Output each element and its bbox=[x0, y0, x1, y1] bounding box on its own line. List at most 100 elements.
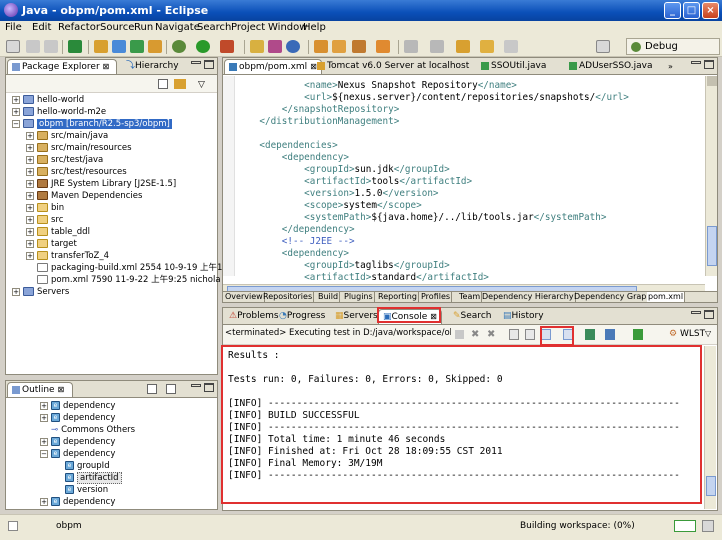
print-icon[interactable] bbox=[44, 40, 58, 53]
link-editor-icon[interactable] bbox=[174, 79, 186, 89]
tree-item[interactable]: packaging-build.xml 2554 10-9-19 上午1 bbox=[26, 262, 222, 274]
tree-item[interactable]: + target bbox=[26, 238, 77, 250]
prev-annotation-icon[interactable] bbox=[430, 40, 444, 53]
tree-item[interactable]: + src/main/java bbox=[26, 130, 108, 142]
new-icon[interactable] bbox=[6, 40, 20, 53]
tree-item[interactable]: + transferToZ_4 bbox=[26, 250, 109, 262]
pom-tab[interactable]: Dependency Graph bbox=[573, 292, 654, 302]
menu-refactor[interactable]: Refactor bbox=[58, 22, 100, 33]
annotation-icon[interactable] bbox=[376, 40, 390, 53]
remove-all-icon[interactable]: ✖ bbox=[487, 329, 495, 340]
scroll-up-arrow[interactable] bbox=[707, 76, 717, 86]
pin-console-icon[interactable] bbox=[585, 329, 595, 340]
open-perspective-icon[interactable] bbox=[596, 40, 610, 53]
pom-tab[interactable]: pom.xml bbox=[647, 292, 686, 302]
console-view-menu-icon[interactable]: ▽ bbox=[705, 329, 711, 338]
menu-help[interactable]: Help bbox=[303, 22, 326, 33]
tab-servers[interactable]: ▦Servers bbox=[331, 309, 382, 324]
expand-toggle-icon[interactable]: + bbox=[26, 191, 34, 200]
outline-item[interactable]: + e dependency bbox=[40, 496, 115, 508]
window-title-bar[interactable]: Java - obpm/pom.xml - Eclipse _ □ × bbox=[0, 0, 722, 21]
pom-tab[interactable]: Repositories bbox=[262, 292, 315, 302]
menu-edit[interactable]: Edit bbox=[32, 22, 51, 33]
outline-item[interactable]: ⊸ Commons Others bbox=[40, 424, 135, 436]
open-console-icon[interactable] bbox=[633, 329, 643, 340]
console-minimize-icon[interactable] bbox=[691, 311, 701, 314]
expand-toggle-icon[interactable]: + bbox=[40, 413, 48, 422]
last-edit-icon[interactable] bbox=[456, 40, 470, 53]
remove-launch-icon[interactable]: ✖ bbox=[471, 329, 479, 340]
menu-file[interactable]: File bbox=[5, 22, 22, 33]
run-icon[interactable] bbox=[196, 40, 210, 53]
debug-icon[interactable] bbox=[172, 40, 186, 53]
new-java-project-icon[interactable] bbox=[112, 40, 126, 53]
collapse-toggle-icon[interactable]: − bbox=[12, 119, 20, 128]
pom-tab[interactable]: Dependency Hierarchy bbox=[481, 292, 576, 302]
web-icon[interactable] bbox=[268, 40, 282, 53]
menu-run[interactable]: Run bbox=[134, 22, 153, 33]
open-file-icon[interactable] bbox=[250, 40, 264, 53]
collapse-all-icon[interactable] bbox=[158, 79, 168, 89]
tree-item[interactable]: + hello-world bbox=[12, 94, 84, 106]
scroll-thumb[interactable] bbox=[707, 226, 717, 266]
tab-history[interactable]: ▤History bbox=[499, 309, 548, 324]
outline-item[interactable]: e artifactId bbox=[54, 472, 122, 484]
pom-tab[interactable]: Plugins bbox=[343, 292, 375, 302]
refresh-icon[interactable] bbox=[286, 40, 300, 53]
wlst-button[interactable]: ⚙ WLST bbox=[669, 329, 705, 339]
tab-search[interactable]: ✎Search bbox=[449, 309, 495, 324]
minimize-icon[interactable]: _ bbox=[664, 2, 681, 19]
new-package-icon[interactable] bbox=[148, 40, 162, 53]
tab-ssoutil[interactable]: SSOUtil.java bbox=[477, 59, 550, 74]
tab-tomcat-server[interactable]: Tomcat v6.0 Server at localhost bbox=[313, 59, 473, 74]
fast-view-icon[interactable] bbox=[8, 521, 18, 531]
tree-item[interactable]: + src/test/resources bbox=[26, 166, 127, 178]
pom-tab[interactable]: Profiles bbox=[420, 292, 453, 302]
expand-toggle-icon[interactable]: + bbox=[40, 437, 48, 446]
tab-problems[interactable]: ⚠Problems bbox=[225, 309, 283, 324]
menu-window[interactable]: Window bbox=[268, 22, 307, 33]
tab-hierarchy[interactable]: ⤵Hierarchy bbox=[122, 59, 183, 74]
console-vertical-scrollbar[interactable] bbox=[704, 346, 716, 509]
tab-overflow-icon[interactable]: » bbox=[668, 62, 673, 71]
progress-view-icon[interactable] bbox=[702, 520, 714, 532]
menu-source[interactable]: Source bbox=[100, 22, 134, 33]
tab-progress[interactable]: ◔Progress bbox=[275, 309, 329, 324]
next-annotation-icon[interactable] bbox=[404, 40, 418, 53]
outline-maximize-icon[interactable] bbox=[204, 383, 214, 392]
tree-item[interactable]: pom.xml 7590 11-9-22 上午9:25 nichola bbox=[26, 274, 221, 286]
tree-item[interactable]: + src/main/resources bbox=[26, 142, 132, 154]
display-console-icon[interactable] bbox=[605, 329, 615, 340]
menu-project[interactable]: Project bbox=[231, 22, 265, 33]
external-tools-icon[interactable] bbox=[220, 40, 234, 53]
expand-toggle-icon[interactable]: + bbox=[40, 401, 48, 410]
tree-item[interactable]: + src bbox=[26, 214, 63, 226]
tree-item[interactable]: + src/test/java bbox=[26, 154, 103, 166]
tree-item[interactable]: + Servers bbox=[12, 286, 69, 298]
search-folder-icon[interactable] bbox=[332, 40, 346, 53]
menu-navigate[interactable]: Navigate bbox=[155, 22, 200, 33]
editor-minimize-icon[interactable] bbox=[691, 61, 701, 64]
editor-maximize-icon[interactable] bbox=[704, 60, 714, 69]
pom-tab[interactable]: Reporting bbox=[377, 292, 419, 302]
new-class-icon[interactable] bbox=[130, 40, 144, 53]
expand-toggle-icon[interactable]: + bbox=[26, 167, 34, 176]
expand-toggle-icon[interactable]: + bbox=[26, 131, 34, 140]
expand-toggle-icon[interactable]: + bbox=[12, 287, 20, 296]
minimize-view-icon[interactable] bbox=[191, 61, 201, 64]
pom-tab[interactable]: Team bbox=[458, 292, 483, 302]
tree-item[interactable]: − obpm [branch/R2.5-sp3/obpm] bbox=[12, 118, 172, 130]
outline-minimize-icon[interactable] bbox=[191, 384, 201, 387]
console-scroll-thumb[interactable] bbox=[706, 476, 716, 496]
menu-search[interactable]: Search bbox=[197, 22, 231, 33]
tab-package-explorer[interactable]: Package Explorer ⊠ bbox=[7, 59, 117, 74]
outline-collapse-icon[interactable] bbox=[147, 384, 157, 394]
back-icon[interactable] bbox=[480, 40, 494, 53]
expand-toggle-icon[interactable]: + bbox=[26, 155, 34, 164]
debug-perspective-button[interactable]: Debug bbox=[626, 38, 720, 55]
view-menu-icon[interactable]: ▽ bbox=[198, 80, 205, 90]
outline-item[interactable]: e version bbox=[54, 484, 108, 496]
expand-toggle-icon[interactable]: + bbox=[12, 95, 20, 104]
open-folder-icon[interactable] bbox=[314, 40, 328, 53]
expand-toggle-icon[interactable]: + bbox=[40, 497, 48, 506]
